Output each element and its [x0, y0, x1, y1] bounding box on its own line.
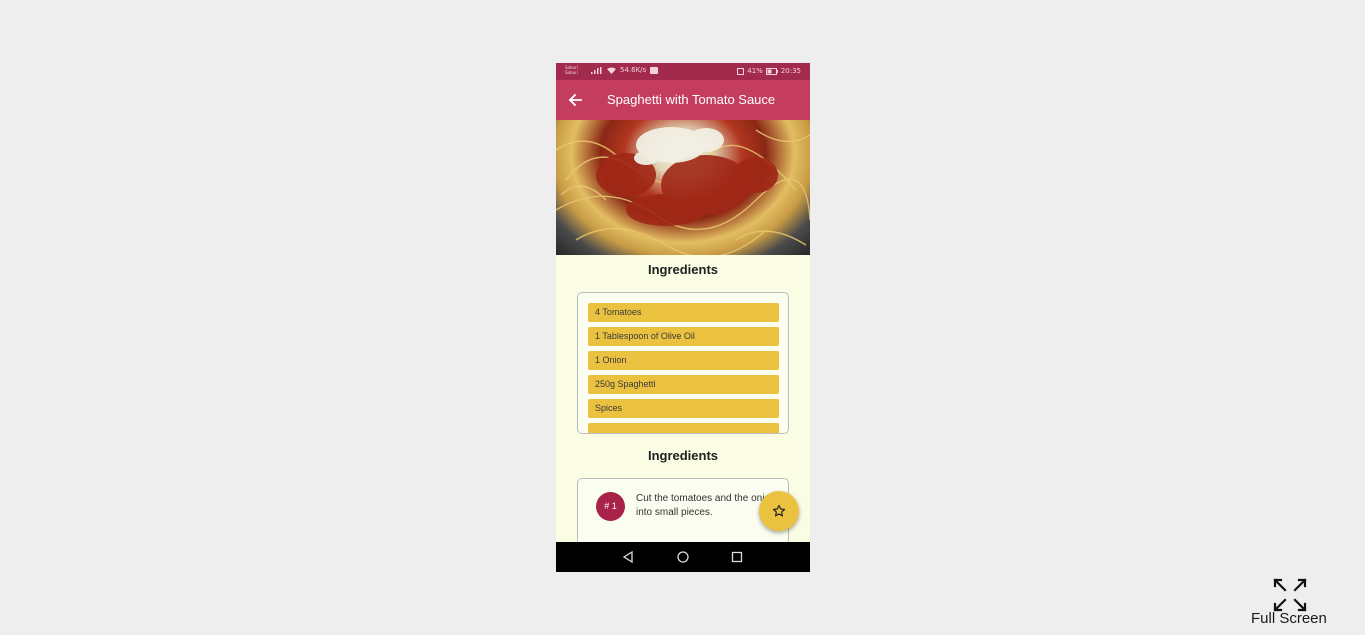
circle-home-icon [677, 551, 689, 563]
wifi-icon [607, 67, 616, 74]
ingredients-list[interactable]: 4 Tomatoes 1 Tablespoon of Olive Oil 1 O… [577, 292, 789, 434]
app-bar: Spaghetti with Tomato Sauce [556, 80, 810, 120]
ingredients-heading: Ingredients [647, 262, 719, 277]
ingredient-item[interactable]: 250g Spaghetti [588, 375, 779, 394]
favorite-fab-button[interactable] [759, 491, 799, 531]
ingredient-item[interactable]: Spices [588, 399, 779, 418]
fullscreen-button[interactable]: Full Screen [1249, 577, 1331, 629]
expand-icon [1273, 578, 1307, 612]
recipe-image [556, 120, 810, 255]
system-nav-bar [556, 542, 810, 572]
arrow-back-icon [568, 93, 582, 107]
ingredient-item-partial[interactable] [588, 423, 779, 433]
step-text: Cut the tomatoes and the onion into smal… [636, 493, 776, 518]
step-number-badge: # 1 [596, 492, 625, 521]
status-bar: Sahuri Sahuri 54.6K/s 41% 20:35 [556, 63, 810, 80]
clock: 20:35 [780, 67, 801, 75]
ingredient-item[interactable]: 1 Onion [588, 351, 779, 370]
page-title: Spaghetti with Tomato Sauce [607, 92, 776, 107]
steps-heading: Ingredients [647, 448, 719, 463]
fullscreen-label: Full Screen [1251, 610, 1327, 627]
nav-back-button[interactable] [620, 549, 636, 565]
back-button[interactable] [567, 92, 583, 108]
nfc-icon [737, 67, 745, 75]
nav-recents-button[interactable] [729, 549, 745, 565]
square-recents-icon [731, 551, 743, 563]
phone-screen: Sahuri Sahuri 54.6K/s 41% 20:35 Spaghett… [556, 63, 810, 572]
spaghetti-photo [556, 127, 810, 255]
ingredient-item[interactable]: 1 Tablespoon of Olive Oil [588, 327, 779, 346]
signal-icon [591, 66, 602, 74]
carrier-label: Sahuri Sahuri [565, 65, 578, 75]
battery-percent: 41% [747, 67, 763, 75]
triangle-back-icon [622, 550, 633, 564]
battery-icon [765, 67, 778, 75]
network-speed: 54.6K/s [620, 66, 647, 74]
ingredient-item[interactable]: 4 Tomatoes [588, 303, 779, 322]
star-outline-icon [772, 504, 786, 517]
nav-home-button[interactable] [675, 549, 691, 565]
app-notification-icon [650, 66, 659, 74]
